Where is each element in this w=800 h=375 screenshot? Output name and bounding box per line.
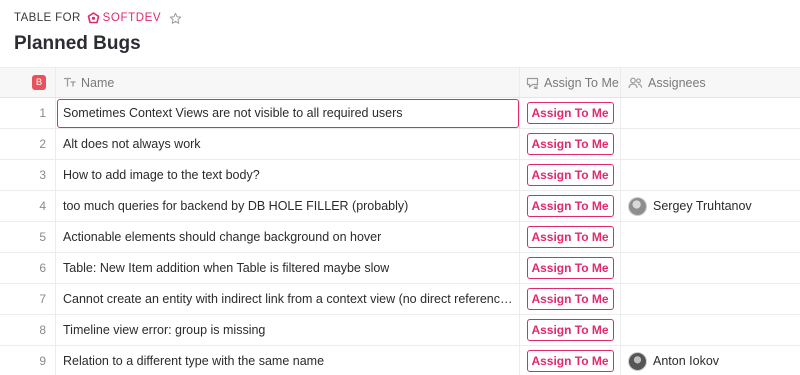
brand-name: SOFTDEV bbox=[102, 12, 162, 24]
column-header-name[interactable]: Name bbox=[55, 68, 519, 97]
star-icon[interactable] bbox=[169, 12, 182, 25]
table-row[interactable]: 2 Alt does not always work Assign To Me bbox=[0, 129, 800, 160]
assign-to-me-button[interactable]: Assign To Me bbox=[526, 164, 614, 186]
bug-name-cell[interactable]: Relation to a different type with the sa… bbox=[55, 346, 519, 375]
bug-name-cell[interactable]: Actionable elements should change backgr… bbox=[55, 222, 519, 252]
bug-name-cell[interactable]: Sometimes Context Views are not visible … bbox=[55, 98, 519, 128]
column-header-assignees-label: Assignees bbox=[648, 75, 706, 90]
row-number: 4 bbox=[39, 199, 46, 213]
assign-to-me-button[interactable]: Assign To Me bbox=[526, 195, 614, 217]
assign-to-me-button[interactable]: Assign To Me bbox=[526, 319, 614, 341]
table-row[interactable]: 7 Cannot create an entity with indirect … bbox=[0, 284, 800, 315]
column-header-assignees[interactable]: Assignees bbox=[620, 68, 800, 97]
row-number: 6 bbox=[39, 261, 46, 275]
column-header-assign[interactable]: Assign To Me bbox=[519, 68, 620, 97]
assignee-name[interactable]: Anton Iokov bbox=[653, 354, 719, 368]
assign-cell: Assign To Me bbox=[519, 98, 620, 128]
bug-name: too much queries for backend by DB HOLE … bbox=[63, 199, 409, 213]
column-header-assign-label: Assign To Me bbox=[544, 75, 619, 90]
bug-name-cell[interactable]: too much queries for backend by DB HOLE … bbox=[55, 191, 519, 221]
bug-name-cell[interactable]: Cannot create an entity with indirect li… bbox=[55, 284, 519, 314]
assignees-cell[interactable] bbox=[620, 222, 800, 252]
table-row[interactable]: 3 How to add image to the text body? Ass… bbox=[0, 160, 800, 191]
row-number: 8 bbox=[39, 323, 46, 337]
assign-cell: Assign To Me bbox=[519, 253, 620, 283]
row-number: 1 bbox=[39, 106, 46, 120]
table-row[interactable]: 6 Table: New Item addition when Table is… bbox=[0, 253, 800, 284]
table-badge[interactable]: B bbox=[32, 75, 46, 90]
assign-cell: Assign To Me bbox=[519, 315, 620, 345]
bugs-table: B Name Assign To Me Assignees 1 Sometime… bbox=[0, 67, 800, 375]
bug-name-cell[interactable]: How to add image to the text body? bbox=[55, 160, 519, 190]
column-header-name-label: Name bbox=[81, 75, 115, 90]
bug-name-cell[interactable]: Timeline view error: group is missing bbox=[55, 315, 519, 345]
assign-cell: Assign To Me bbox=[519, 160, 620, 190]
assignees-cell[interactable] bbox=[620, 160, 800, 190]
row-number: 3 bbox=[39, 168, 46, 182]
assignees-cell[interactable] bbox=[620, 315, 800, 345]
table-for-label: TABLE FOR bbox=[14, 12, 81, 24]
bug-name: How to add image to the text body? bbox=[63, 168, 260, 182]
assign-to-me-button[interactable]: Assign To Me bbox=[526, 226, 614, 248]
assign-cell: Assign To Me bbox=[519, 346, 620, 375]
bug-name: Table: New Item addition when Table is f… bbox=[63, 261, 390, 275]
table-header: B Name Assign To Me Assignees bbox=[0, 67, 800, 98]
table-source: TABLE FOR SOFTDEV bbox=[14, 11, 182, 25]
assignees-cell[interactable] bbox=[620, 253, 800, 283]
avatar bbox=[628, 351, 647, 371]
bug-name: Timeline view error: group is missing bbox=[63, 323, 266, 337]
row-number: 9 bbox=[39, 354, 46, 368]
assign-cell: Assign To Me bbox=[519, 284, 620, 314]
assign-to-me-button[interactable]: Assign To Me bbox=[526, 257, 614, 279]
page-title: Planned Bugs bbox=[14, 33, 141, 54]
bug-name-cell[interactable]: Table: New Item addition when Table is f… bbox=[55, 253, 519, 283]
assign-cell: Assign To Me bbox=[519, 129, 620, 159]
comment-arrow-icon bbox=[526, 77, 539, 89]
assign-cell: Assign To Me bbox=[519, 191, 620, 221]
assignees-cell[interactable] bbox=[620, 129, 800, 159]
table-row[interactable]: 4 too much queries for backend by DB HOL… bbox=[0, 191, 800, 222]
people-icon bbox=[628, 77, 643, 89]
table-row[interactable]: 8 Timeline view error: group is missing … bbox=[0, 315, 800, 346]
assign-to-me-button[interactable]: Assign To Me bbox=[526, 288, 614, 310]
row-number: 5 bbox=[39, 230, 46, 244]
bug-name: Relation to a different type with the sa… bbox=[63, 354, 325, 368]
assign-to-me-button[interactable]: Assign To Me bbox=[526, 133, 614, 155]
row-number: 7 bbox=[39, 292, 46, 306]
row-number: 2 bbox=[39, 137, 46, 151]
table-row[interactable]: 5 Actionable elements should change back… bbox=[0, 222, 800, 253]
bug-name: Alt does not always work bbox=[63, 137, 201, 151]
assign-cell: Assign To Me bbox=[519, 222, 620, 252]
assignees-cell[interactable]: Sergey Truhtanov bbox=[620, 191, 800, 221]
table-row[interactable]: 1 Sometimes Context Views are not visibl… bbox=[0, 98, 800, 129]
text-type-icon bbox=[63, 77, 76, 88]
assignees-cell[interactable] bbox=[620, 284, 800, 314]
assign-to-me-button[interactable]: Assign To Me bbox=[526, 102, 614, 124]
bug-name: Actionable elements should change backgr… bbox=[63, 230, 382, 244]
brand-link[interactable]: SOFTDEV bbox=[87, 12, 162, 24]
assignee-name[interactable]: Sergey Truhtanov bbox=[653, 199, 752, 213]
assignees-cell[interactable] bbox=[620, 98, 800, 128]
assign-to-me-button[interactable]: Assign To Me bbox=[526, 350, 614, 372]
avatar bbox=[628, 196, 647, 216]
softdev-logo-icon bbox=[87, 12, 99, 24]
bug-name-cell[interactable]: Alt does not always work bbox=[55, 129, 519, 159]
assignees-cell[interactable]: Anton Iokov bbox=[620, 346, 800, 375]
bug-name: Cannot create an entity with indirect li… bbox=[63, 292, 518, 306]
bug-name: Sometimes Context Views are not visible … bbox=[63, 106, 403, 120]
table-row[interactable]: 9 Relation to a different type with the … bbox=[0, 346, 800, 375]
